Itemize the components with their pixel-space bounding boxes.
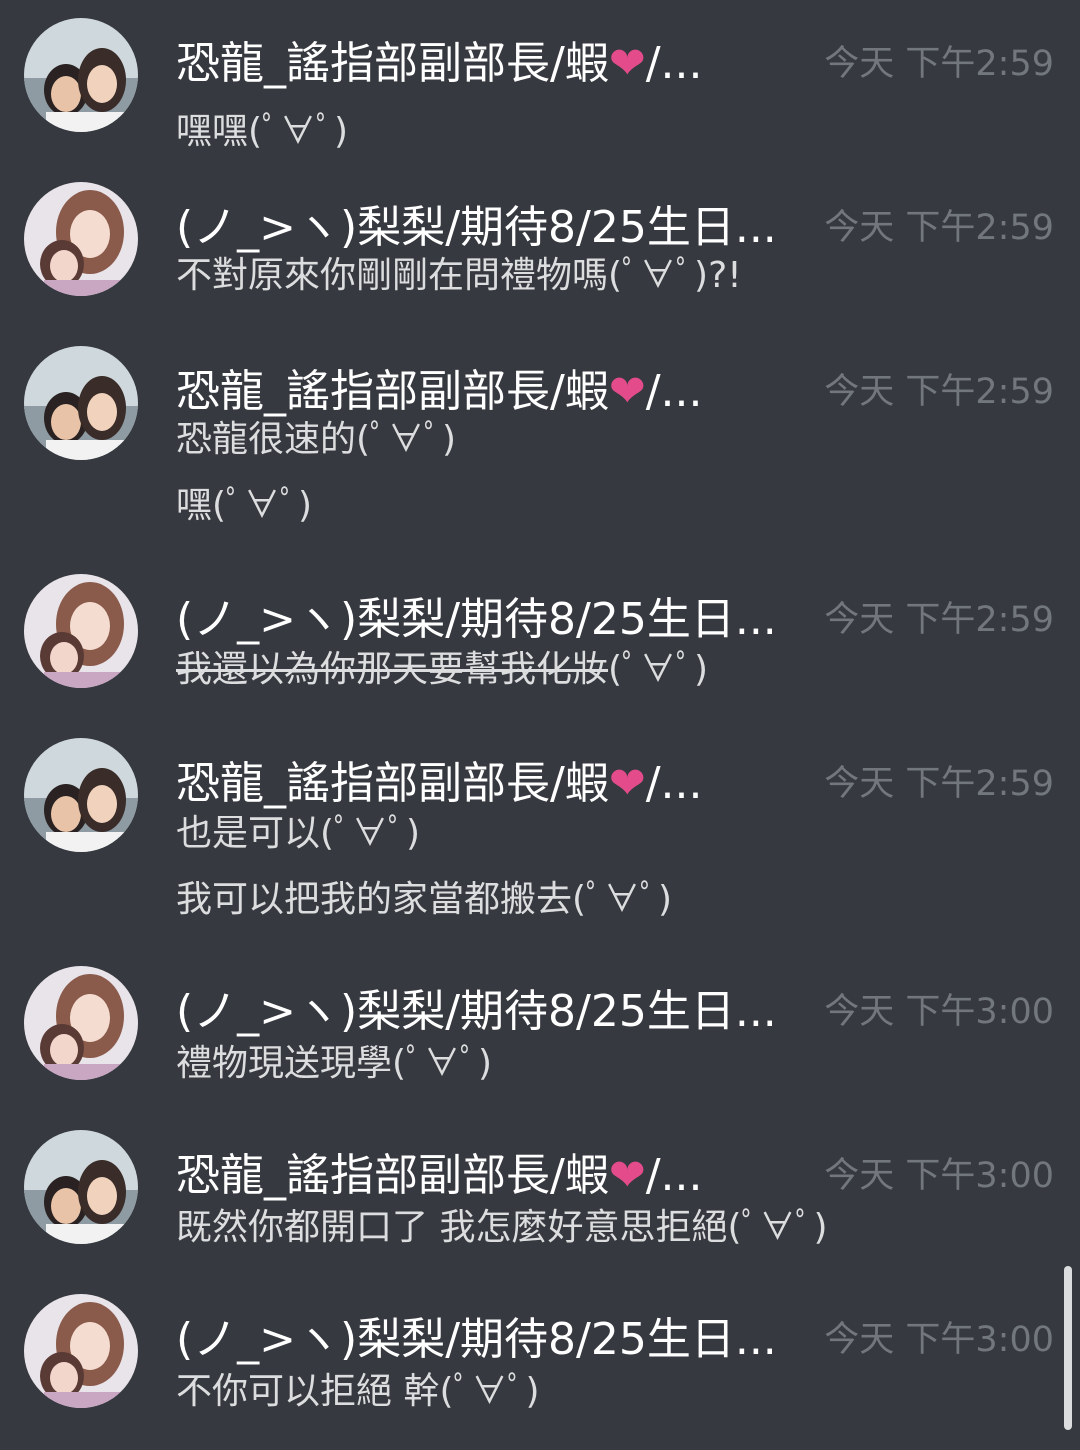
- strikethrough-text: 我還以為你那天要幫我化妝: [176, 649, 609, 690]
- message-text: 既然你都開口了 我怎麼好意思拒絕(ﾟ∀ﾟ): [176, 1207, 828, 1248]
- avatar[interactable]: [24, 966, 138, 1080]
- avatar-photo: [24, 966, 138, 1080]
- message-text: 我還以為你那天要幫我化妝(ﾟ∀ﾟ): [176, 642, 708, 698]
- avatar[interactable]: [24, 182, 138, 296]
- username[interactable]: (ノ_>ヽ)梨梨/期待8/25生日...: [176, 982, 816, 1042]
- message-group: (ノ_>ヽ)梨梨/期待8/25生日... 今天 下午2:59 我還以為你那天要幫…: [0, 574, 1080, 704]
- username[interactable]: 恐龍_謠指部副部長/蝦❤/...: [176, 1146, 816, 1206]
- message-text: 不你可以拒絕 幹(ﾟ∀ﾟ): [176, 1371, 540, 1412]
- avatar-photo: [24, 182, 138, 296]
- timestamp: 今天 下午3:00: [824, 1156, 1054, 1196]
- username[interactable]: (ノ_>ヽ)梨梨/期待8/25生日...: [176, 590, 816, 650]
- message-text: 恐龍很速的(ﾟ∀ﾟ): [176, 419, 457, 460]
- avatar[interactable]: [24, 1130, 138, 1244]
- message-group: (ノ_>ヽ)梨梨/期待8/25生日... 今天 下午3:00 禮物現送現學(ﾟ∀…: [0, 966, 1080, 1096]
- scrollbar[interactable]: [1064, 1266, 1072, 1430]
- timestamp: 今天 下午2:59: [824, 44, 1054, 84]
- message-text: 我可以把我的家當都搬去(ﾟ∀ﾟ): [176, 879, 673, 920]
- username[interactable]: (ノ_>ヽ)梨梨/期待8/25生日...: [176, 1310, 816, 1370]
- message-text: 也是可以(ﾟ∀ﾟ): [176, 813, 421, 854]
- message-group: (ノ_>ヽ)梨梨/期待8/25生日... 今天 下午2:59 不對原來你剛剛在問…: [0, 182, 1080, 312]
- avatar[interactable]: [24, 346, 138, 460]
- username[interactable]: 恐龍_謠指部副部長/蝦❤/...: [176, 34, 816, 94]
- username[interactable]: 恐龍_謠指部副部長/蝦❤/...: [176, 754, 816, 814]
- timestamp: 今天 下午2:59: [824, 764, 1054, 804]
- message-text: 嘿嘿(ﾟ∀ﾟ): [176, 111, 349, 152]
- avatar-photo: [24, 1130, 138, 1244]
- timestamp: 今天 下午2:59: [824, 208, 1054, 248]
- heart-emoji: ❤: [608, 366, 646, 417]
- heart-emoji: ❤: [608, 1150, 646, 1201]
- avatar-photo: [24, 18, 138, 132]
- timestamp: 今天 下午3:00: [824, 992, 1054, 1032]
- avatar[interactable]: [24, 574, 138, 688]
- avatar-photo: [24, 738, 138, 852]
- message-group: 恐龍_謠指部副部長/蝦❤/... 今天 下午2:59 也是可以(ﾟ∀ﾟ) 我可以…: [0, 738, 1080, 928]
- message-text-rest: (ﾟ∀ﾟ): [608, 649, 709, 690]
- avatar[interactable]: [24, 1294, 138, 1408]
- message-text: 不對原來你剛剛在問禮物嗎(ﾟ∀ﾟ)?!: [176, 255, 742, 296]
- message-group: 恐龍_謠指部副部長/蝦❤/... 今天 下午2:59 恐龍很速的(ﾟ∀ﾟ) 嘿(…: [0, 346, 1080, 536]
- message-text: 禮物現送現學(ﾟ∀ﾟ): [176, 1043, 493, 1084]
- timestamp: 今天 下午2:59: [824, 600, 1054, 640]
- message-group: 恐龍_謠指部副部長/蝦❤/... 今天 下午3:00 既然你都開口了 我怎麼好意…: [0, 1130, 1080, 1260]
- timestamp: 今天 下午3:00: [824, 1320, 1054, 1360]
- avatar-photo: [24, 574, 138, 688]
- message-group: 恐龍_謠指部副部長/蝦❤/... 今天 下午2:59 嘿嘿(ﾟ∀ﾟ): [0, 18, 1080, 152]
- avatar[interactable]: [24, 18, 138, 132]
- heart-emoji: ❤: [608, 758, 646, 809]
- avatar-photo: [24, 346, 138, 460]
- heart-emoji: ❤: [608, 38, 646, 89]
- timestamp: 今天 下午2:59: [824, 372, 1054, 412]
- message-group: (ノ_>ヽ)梨梨/期待8/25生日... 今天 下午3:00 不你可以拒絕 幹(…: [0, 1294, 1080, 1424]
- message-text: 嘿(ﾟ∀ﾟ): [176, 485, 313, 526]
- avatar[interactable]: [24, 738, 138, 852]
- chat-message-list: 恐龍_謠指部副部長/蝦❤/... 今天 下午2:59 嘿嘿(ﾟ∀ﾟ) (ノ_>ヽ…: [0, 0, 1080, 1450]
- avatar-photo: [24, 1294, 138, 1408]
